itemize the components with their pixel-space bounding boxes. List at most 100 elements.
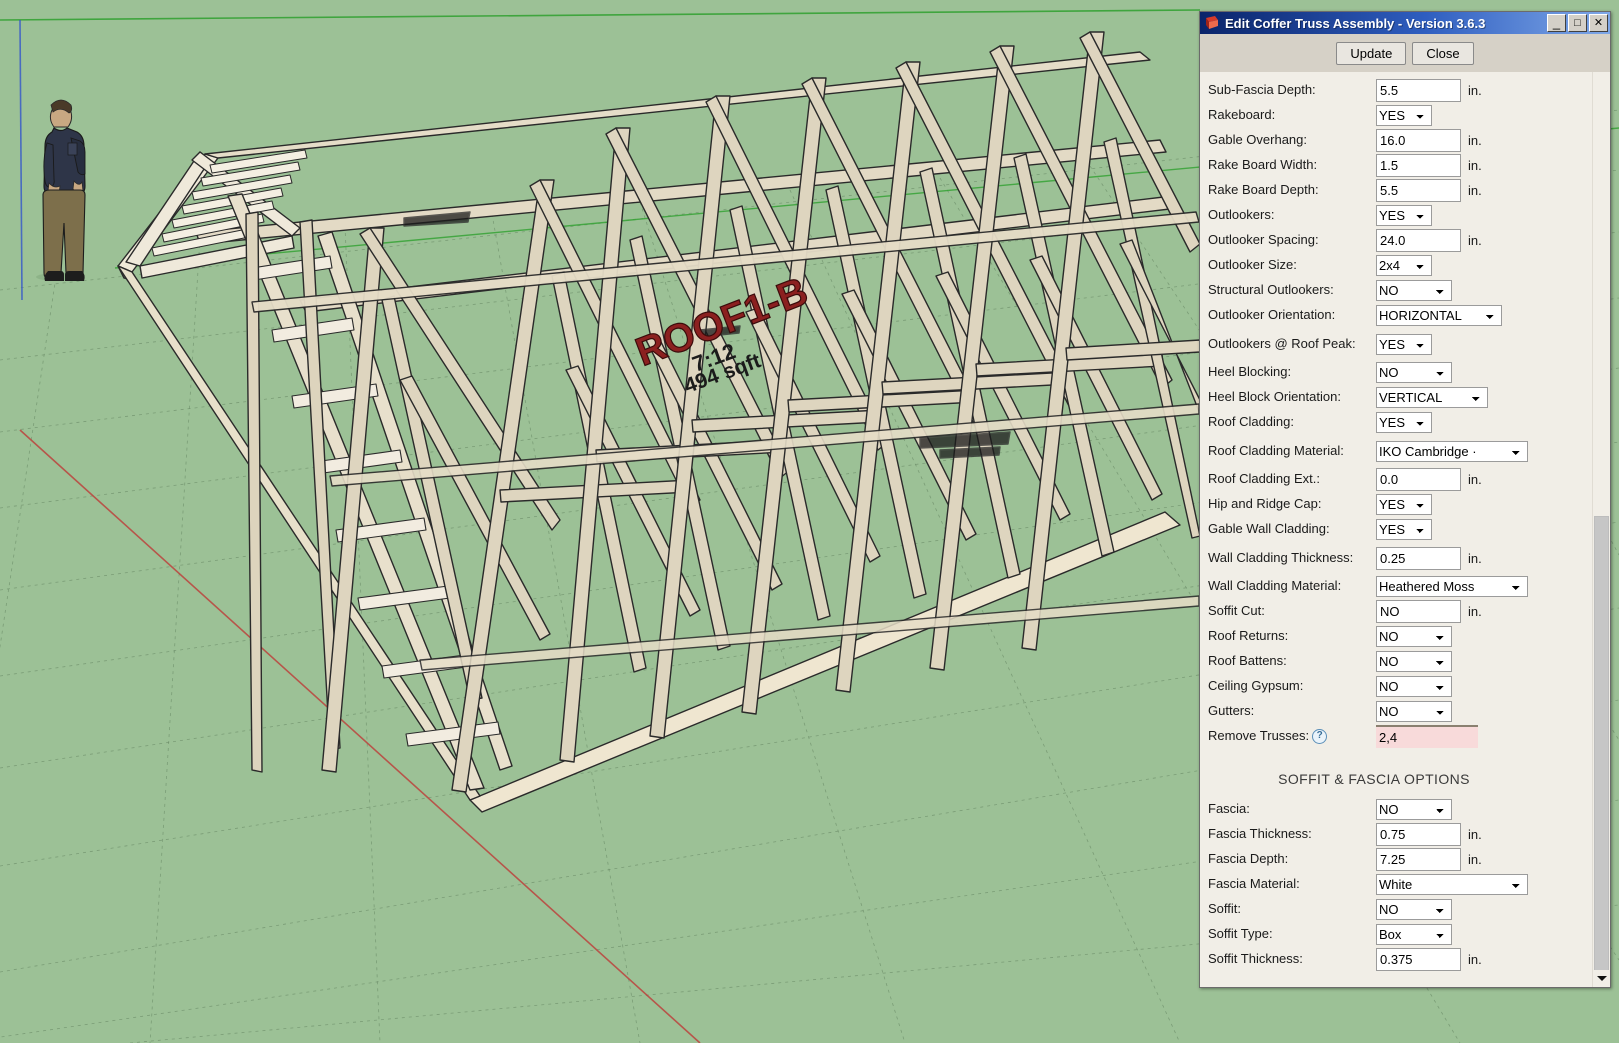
field-control: YES: [1376, 205, 1432, 226]
field-control: YES: [1376, 412, 1432, 433]
field-control: Heathered Moss: [1376, 576, 1528, 597]
dialog-titlebar[interactable]: Edit Coffer Truss Assembly - Version 3.6…: [1200, 12, 1610, 34]
field-label: Wall Cladding Thickness:: [1208, 549, 1354, 565]
field-control: in.: [1376, 468, 1482, 491]
scroll-down-arrow-icon[interactable]: [1594, 970, 1609, 987]
field-label: Roof Returns:: [1208, 628, 1289, 644]
text-field[interactable]: [1376, 725, 1478, 748]
select-field[interactable]: 2x4: [1376, 255, 1432, 276]
dialog-toolbar: Update Close: [1200, 34, 1610, 72]
form-row: Heel Blocking: NO: [1200, 360, 1592, 385]
select-field[interactable]: NO: [1376, 280, 1452, 301]
form-row: Sub-Fascia Depth: in.: [1200, 78, 1592, 103]
select-field[interactable]: VERTICAL: [1376, 387, 1488, 408]
close-button[interactable]: Close: [1412, 41, 1474, 65]
select-field[interactable]: YES: [1376, 333, 1432, 355]
scrollbar-thumb[interactable]: [1594, 516, 1609, 987]
select-field[interactable]: YES: [1376, 205, 1432, 226]
field-label: Outlooker Size:: [1208, 257, 1297, 273]
form-row: Structural Outlookers: NO: [1200, 278, 1592, 303]
select-field[interactable]: NO: [1376, 799, 1452, 820]
form-row: Rakeboard: YES: [1200, 103, 1592, 128]
select-field[interactable]: IKO Cambridge ·: [1376, 440, 1528, 462]
field-label: Wall Cladding Material:: [1208, 578, 1342, 594]
select-field[interactable]: NO: [1376, 626, 1452, 647]
text-field[interactable]: [1376, 546, 1461, 570]
form-row: Roof Returns: NO: [1200, 624, 1592, 649]
form-row: Soffit Thickness: in.: [1200, 947, 1592, 972]
unit-label: in.: [1468, 83, 1482, 98]
select-field[interactable]: Heathered Moss: [1376, 576, 1528, 597]
form-row: Rake Board Depth: in.: [1200, 178, 1592, 203]
select-field[interactable]: YES: [1376, 494, 1432, 515]
select-field[interactable]: Box: [1376, 924, 1452, 945]
text-field[interactable]: [1376, 948, 1461, 971]
text-field[interactable]: [1376, 129, 1461, 152]
text-field[interactable]: [1376, 848, 1461, 871]
text-field[interactable]: [1376, 600, 1461, 623]
field-label: Soffit Thickness:: [1208, 951, 1303, 967]
field-label: Soffit Type:: [1208, 926, 1273, 942]
select-field[interactable]: NO: [1376, 899, 1452, 920]
unit-label: in.: [1468, 852, 1482, 867]
text-field[interactable]: [1376, 229, 1461, 252]
field-label: Soffit:: [1208, 901, 1242, 917]
field-control: in.: [1376, 154, 1482, 177]
text-field[interactable]: [1376, 154, 1461, 177]
select-field[interactable]: HORIZONTAL: [1376, 305, 1502, 326]
form-scrollbar[interactable]: [1592, 72, 1610, 987]
field-control: NO: [1376, 799, 1452, 820]
field-control: NO: [1376, 362, 1452, 383]
select-field[interactable]: YES: [1376, 412, 1432, 433]
form-row: Outlookers @ Roof Peak: YES: [1200, 328, 1592, 360]
field-label: Fascia Material:: [1208, 876, 1300, 892]
edit-coffer-truss-assembly-dialog[interactable]: Edit Coffer Truss Assembly - Version 3.6…: [1199, 11, 1611, 988]
text-field[interactable]: [1376, 79, 1461, 102]
field-label: Rake Board Width:: [1208, 157, 1318, 173]
field-label: Heel Blocking:: [1208, 364, 1292, 380]
form-scroll-region: Sub-Fascia Depth:in.Rakeboard:YESGable O…: [1200, 72, 1592, 987]
field-control: in.: [1376, 129, 1482, 152]
minimize-button[interactable]: _: [1547, 14, 1566, 32]
window-controls[interactable]: _ □ ✕: [1547, 14, 1608, 32]
field-label: Outlookers @ Roof Peak:: [1208, 335, 1356, 351]
select-field[interactable]: NO: [1376, 701, 1452, 722]
close-window-button[interactable]: ✕: [1589, 14, 1608, 32]
field-label: Roof Battens:: [1208, 653, 1287, 669]
field-control: in.: [1376, 848, 1482, 871]
field-label: Fascia:: [1208, 801, 1250, 817]
select-field[interactable]: White: [1376, 874, 1528, 895]
unit-label: in.: [1468, 604, 1482, 619]
update-button[interactable]: Update: [1336, 41, 1407, 65]
field-control: NO: [1376, 899, 1452, 920]
field-label: Sub-Fascia Depth:: [1208, 82, 1316, 98]
unit-label: in.: [1468, 158, 1482, 173]
form-row: Rake Board Width: in.: [1200, 153, 1592, 178]
form-row: Soffit Cut: in.: [1200, 599, 1592, 624]
field-label: Gable Overhang:: [1208, 132, 1308, 148]
help-icon[interactable]: ?: [1312, 729, 1328, 745]
field-control: HORIZONTAL: [1376, 305, 1502, 326]
field-control: NO: [1376, 701, 1452, 722]
field-control: Box: [1376, 924, 1452, 945]
form-row: Wall Cladding Thickness: in.: [1200, 542, 1592, 574]
select-field[interactable]: NO: [1376, 676, 1452, 697]
field-control: NO: [1376, 280, 1452, 301]
select-field[interactable]: NO: [1376, 362, 1452, 383]
select-field[interactable]: NO: [1376, 651, 1452, 672]
field-label: Heel Block Orientation:: [1208, 389, 1341, 405]
unit-label: in.: [1468, 827, 1482, 842]
text-field[interactable]: [1376, 179, 1461, 202]
form-row: Wall Cladding Material: Heathered Moss: [1200, 574, 1592, 599]
form-row: Roof Cladding Material: IKO Cambridge ·: [1200, 435, 1592, 467]
select-field[interactable]: YES: [1376, 105, 1432, 126]
dialog-title: Edit Coffer Truss Assembly - Version 3.6…: [1225, 15, 1486, 31]
select-field[interactable]: YES: [1376, 519, 1432, 540]
form-row: Hip and Ridge Cap: YES: [1200, 492, 1592, 517]
field-label: Remove Trusses:?: [1208, 728, 1376, 745]
maximize-button[interactable]: □: [1568, 14, 1587, 32]
field-control: in.: [1376, 546, 1482, 570]
text-field[interactable]: [1376, 823, 1461, 846]
field-control: NO: [1376, 651, 1452, 672]
text-field[interactable]: [1376, 468, 1461, 491]
